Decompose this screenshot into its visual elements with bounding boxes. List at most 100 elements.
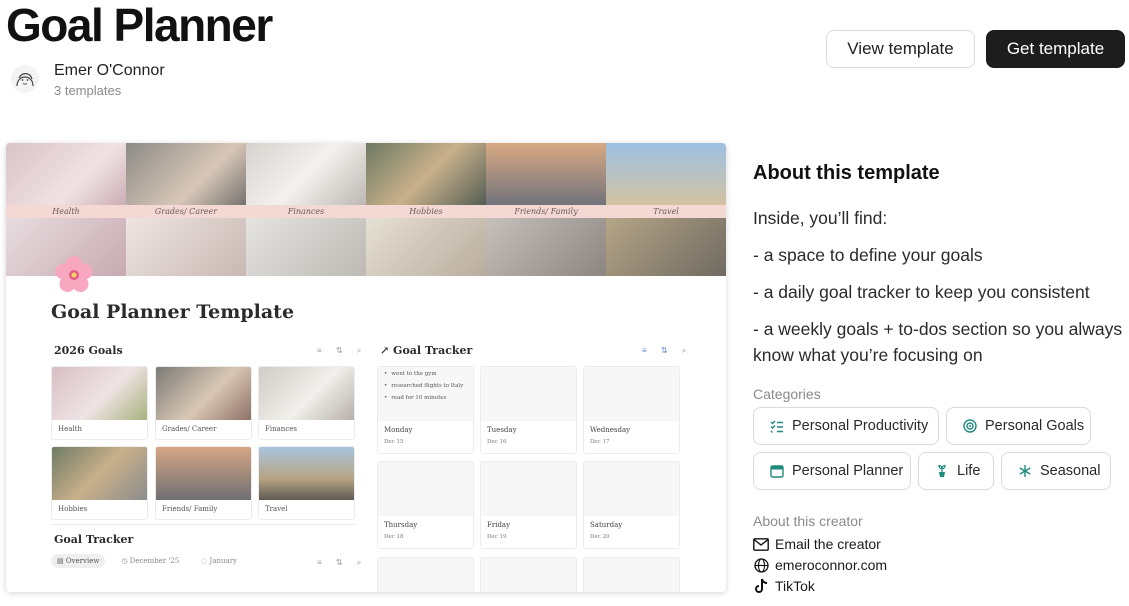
creator-info[interactable]: Emer O'Connor 3 templates (10, 62, 165, 98)
goal-card-career[interactable]: Grades/ Career (155, 366, 252, 440)
view-template-button[interactable]: View template (826, 30, 975, 68)
category-life[interactable]: Life (918, 452, 994, 490)
get-template-button[interactable]: Get template (986, 30, 1125, 68)
mail-icon (753, 537, 769, 551)
day-date: Dec 19 (487, 534, 507, 540)
day-date: Dec 15 (384, 439, 404, 445)
day-date: Dec 16 (487, 439, 507, 445)
category-personal-productivity[interactable]: Personal Productivity (753, 407, 939, 445)
category-label: Personal Productivity (792, 418, 929, 434)
creator-name[interactable]: Emer O'Connor (54, 62, 165, 80)
email-creator-link[interactable]: Email the creator (753, 536, 881, 552)
goal-card-travel[interactable]: Travel (258, 446, 355, 520)
banner-label: Grades/ Career (154, 207, 218, 216)
creator-avatar-icon (11, 65, 39, 93)
description-line: - a weekly goals + to-dos section so you… (753, 319, 1123, 365)
day-name: Wednesday (590, 426, 631, 434)
filter-sort-search-icons[interactable]: ≡ ⇅ ⌕ (317, 346, 367, 356)
description-line: - a space to define your goals (753, 245, 983, 265)
category-label: Personal Goals (985, 418, 1085, 434)
tracker-item: went to the gym (384, 371, 467, 377)
bottom-tracker-heading: Goal Tracker (54, 533, 134, 546)
tab-january[interactable]: ◌ January (195, 554, 243, 568)
goal-card-label: Travel (265, 505, 288, 513)
banner-label: Travel (653, 207, 679, 216)
goal-card-label: Friends/ Family (162, 505, 218, 513)
day-date: Dec 20 (590, 534, 610, 540)
tab-december[interactable]: ◷ December '25 (115, 554, 185, 568)
tiktok-link[interactable]: TikTok (753, 578, 815, 594)
globe-icon (753, 557, 769, 573)
day-date: Dec 18 (384, 534, 404, 540)
day-card-partial (480, 557, 577, 592)
preview-page-title: Goal Planner Template (51, 301, 295, 323)
calendar-icon (770, 465, 784, 478)
tab-overview[interactable]: ▤ Overview (51, 554, 106, 568)
tracker-heading-text: Goal Tracker (393, 344, 473, 357)
target-icon (963, 419, 977, 433)
goal-card-label: Finances (265, 425, 297, 433)
banner-label: Friends/ Family (514, 207, 578, 216)
goal-card-hobbies[interactable]: Hobbies (51, 446, 148, 520)
banner-label: Health (52, 207, 80, 216)
link-label: TikTok (775, 578, 815, 594)
day-name: Friday (487, 521, 511, 529)
bottom-filter-sort-search-icons[interactable]: ≡ ⇅ ⌕ (317, 558, 367, 568)
tracker-filter-sort-search-icons[interactable]: ≡ ⇅ ⌕ (642, 346, 692, 356)
snowflake-icon (1019, 465, 1031, 477)
view-tabs: ▤ Overview ◷ December '25 ◌ January (51, 554, 253, 568)
goal-card-label: Hobbies (58, 505, 88, 513)
day-card-saturday[interactable]: Saturday Dec 20 (583, 461, 680, 549)
goals-heading: 2026 Goals (54, 344, 123, 357)
tab-label: Overview (65, 557, 100, 565)
tab-label: January (209, 557, 238, 565)
day-card-monday[interactable]: went to the gym researched flights to It… (377, 366, 474, 454)
category-personal-planner[interactable]: Personal Planner (753, 452, 911, 490)
day-name: Tuesday (487, 426, 517, 434)
tab-label: December '25 (129, 557, 180, 565)
day-name: Monday (384, 426, 413, 434)
banner-label: Hobbies (409, 207, 443, 216)
page-title: Goal Planner (6, 0, 273, 51)
plant-icon (938, 464, 946, 477)
goal-card-label: Grades/ Career (162, 425, 217, 433)
goal-card-finances[interactable]: Finances (258, 366, 355, 440)
description-line: Inside, you’ll find: (753, 208, 888, 228)
link-label: emeroconnor.com (775, 557, 888, 573)
goal-card-label: Health (58, 425, 82, 433)
link-label: Email the creator (775, 536, 881, 552)
day-name: Saturday (590, 521, 623, 529)
about-heading: About this template (753, 162, 940, 184)
tracker-heading: ↗ Goal Tracker (380, 344, 473, 357)
divider (51, 524, 356, 525)
day-card-wednesday[interactable]: Wednesday Dec 17 (583, 366, 680, 454)
day-card-partial (377, 557, 474, 592)
day-card-thursday[interactable]: Thursday Dec 18 (377, 461, 474, 549)
banner-label-strip: Health Grades/ Career Finances Hobbies F… (6, 205, 726, 218)
description-line: - a daily goal tracker to keep you consi… (753, 282, 1090, 302)
category-seasonal[interactable]: Seasonal (1001, 452, 1111, 490)
tracker-item: researched flights to Italy (384, 383, 467, 389)
website-link[interactable]: emeroconnor.com (753, 557, 887, 573)
category-label: Seasonal (1040, 463, 1101, 479)
day-card-friday[interactable]: Friday Dec 19 (480, 461, 577, 549)
category-personal-goals[interactable]: Personal Goals (946, 407, 1091, 445)
creator-template-count: 3 templates (54, 83, 122, 98)
goal-card-friends[interactable]: Friends/ Family (155, 446, 252, 520)
tiktok-icon (755, 578, 768, 593)
checklist-icon (770, 420, 783, 433)
about-creator-label: About this creator (753, 513, 863, 529)
tracker-item: read for 10 minutes (384, 395, 467, 401)
flower-icon (55, 256, 93, 292)
category-label: Life (957, 463, 981, 479)
cover-banner: Health Grades/ Career Finances Hobbies F… (6, 143, 726, 276)
day-card-tuesday[interactable]: Tuesday Dec 16 (480, 366, 577, 454)
template-preview[interactable]: Health Grades/ Career Finances Hobbies F… (6, 143, 726, 592)
template-description: Inside, you’ll find: - a space to define… (753, 205, 1123, 379)
goal-card-health[interactable]: Health (51, 366, 148, 440)
banner-label: Finances (287, 207, 325, 216)
day-date: Dec 17 (590, 439, 610, 445)
category-label: Personal Planner (792, 463, 904, 479)
categories-label: Categories (753, 386, 821, 402)
day-card-partial (583, 557, 680, 592)
